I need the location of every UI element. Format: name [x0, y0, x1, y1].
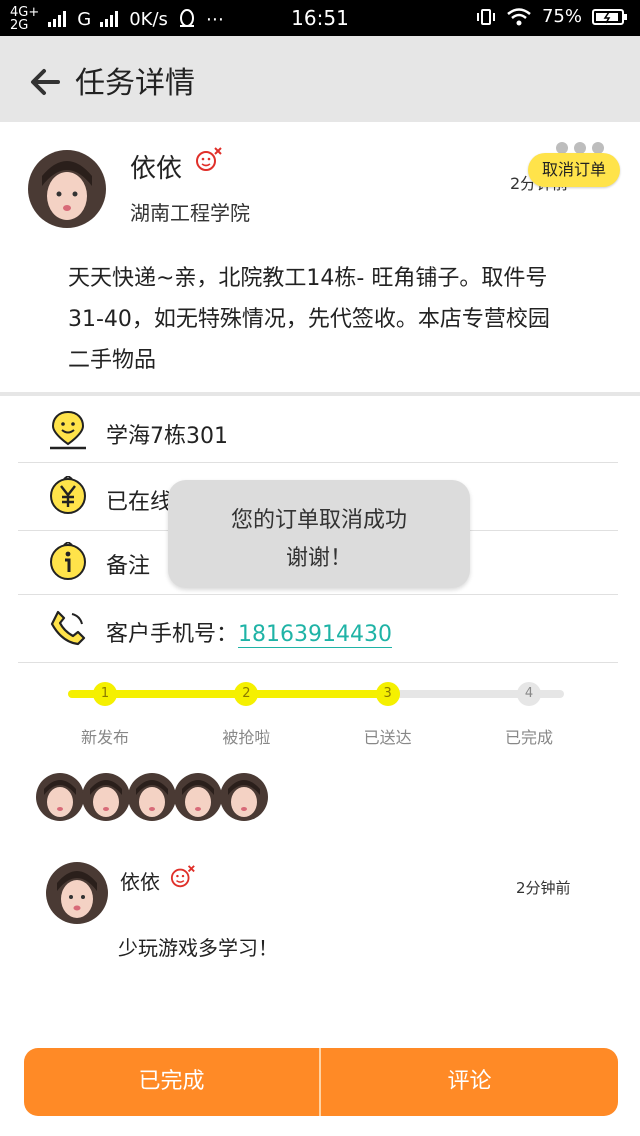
phone-number-link[interactable]: 18163914430 [238, 622, 392, 648]
description-line: 31-40，如无特殊情况，先代签收。本店专营校园 [68, 307, 550, 332]
participant-avatar[interactable] [82, 773, 130, 821]
cancel-success-toast: 您的订单取消成功 谢谢！ [168, 480, 470, 588]
app-header: 任务详情 [0, 36, 640, 122]
cancel-order-button[interactable]: 取消订单 [528, 153, 620, 187]
status-bar: 4G+ 2G G 0K/s ⋯ 16:51 75% [0, 0, 640, 36]
complete-button[interactable]: 已完成 [24, 1048, 319, 1116]
female-badge-icon [196, 147, 222, 171]
page-title: 任务详情 [75, 66, 195, 101]
avatar-photo-icon [28, 150, 106, 228]
delivery-address: 学海7栋301 [106, 424, 228, 449]
poster-school: 湖南工程学院 [130, 201, 250, 225]
address-row: 学海7栋301 [18, 396, 618, 463]
comment-item: 依依 2分钟前 少玩游戏多学习！ [0, 850, 640, 970]
toast-thanks: 谢谢！ [285, 546, 352, 571]
task-card: 依依 湖南工程学院 2分钟前 取消订单 天天快递~亲，北院教工14栋- 旺角铺子… [0, 122, 640, 396]
progress-step-2: 2 [234, 682, 259, 706]
wifi-icon [507, 7, 531, 25]
battery-icon [592, 8, 627, 25]
toast-message: 您的订单取消成功 [230, 508, 407, 533]
commenter-avatar[interactable] [46, 862, 108, 924]
phone-row: 客户手机号：18163914430 [18, 594, 618, 663]
progress-step-label: 新发布 [80, 728, 129, 747]
description-line: 天天快递~亲，北院教工14栋- 旺角铺子。取件号 [68, 266, 548, 291]
participant-avatar[interactable] [174, 773, 222, 821]
battery-percent: 75% [541, 6, 582, 27]
description-line: 二手物品 [68, 348, 157, 373]
participant-avatar[interactable] [128, 773, 176, 821]
phone-icon [50, 610, 86, 646]
progress-step-1: 1 [93, 682, 117, 706]
note-label: 备注 [106, 554, 151, 579]
info-icon [50, 542, 86, 580]
progress-step-label: 已送达 [363, 728, 412, 747]
bottom-action-bar: 已完成 评论 [24, 1048, 618, 1116]
phone-info: 客户手机号：18163914430 [106, 616, 392, 648]
vibrate-icon [476, 8, 495, 25]
back-arrow-icon[interactable] [28, 64, 64, 100]
poster-name: 依依 [130, 154, 183, 184]
user-avatar[interactable] [28, 150, 106, 228]
order-progress: 1 新发布 2 被抢啦 3 已送达 4 已完成 [0, 668, 640, 758]
task-description: 天天快递~亲，北院教工14栋- 旺角铺子。取件号 31-40，如无特殊情况，先代… [68, 258, 608, 381]
phone-label: 客户手机号： [106, 622, 239, 647]
commenter-name: 依依 [120, 870, 160, 894]
comment-text: 少玩游戏多学习！ [118, 936, 278, 960]
female-badge-icon [170, 865, 195, 888]
participant-avatar[interactable] [36, 773, 84, 821]
progress-step-4: 4 [517, 682, 541, 706]
progress-step-label: 已完成 [504, 728, 553, 747]
payment-status: 已在线 [106, 490, 173, 515]
comment-button[interactable]: 评论 [321, 1048, 618, 1116]
participant-avatar[interactable] [220, 773, 268, 821]
progress-step-3: 3 [375, 682, 400, 706]
yuan-icon [50, 476, 86, 514]
progress-step-label: 被抢啦 [222, 728, 271, 747]
comment-time: 2分钟前 [516, 879, 571, 897]
avatar-photo-icon [46, 862, 108, 924]
location-icon [50, 410, 86, 450]
